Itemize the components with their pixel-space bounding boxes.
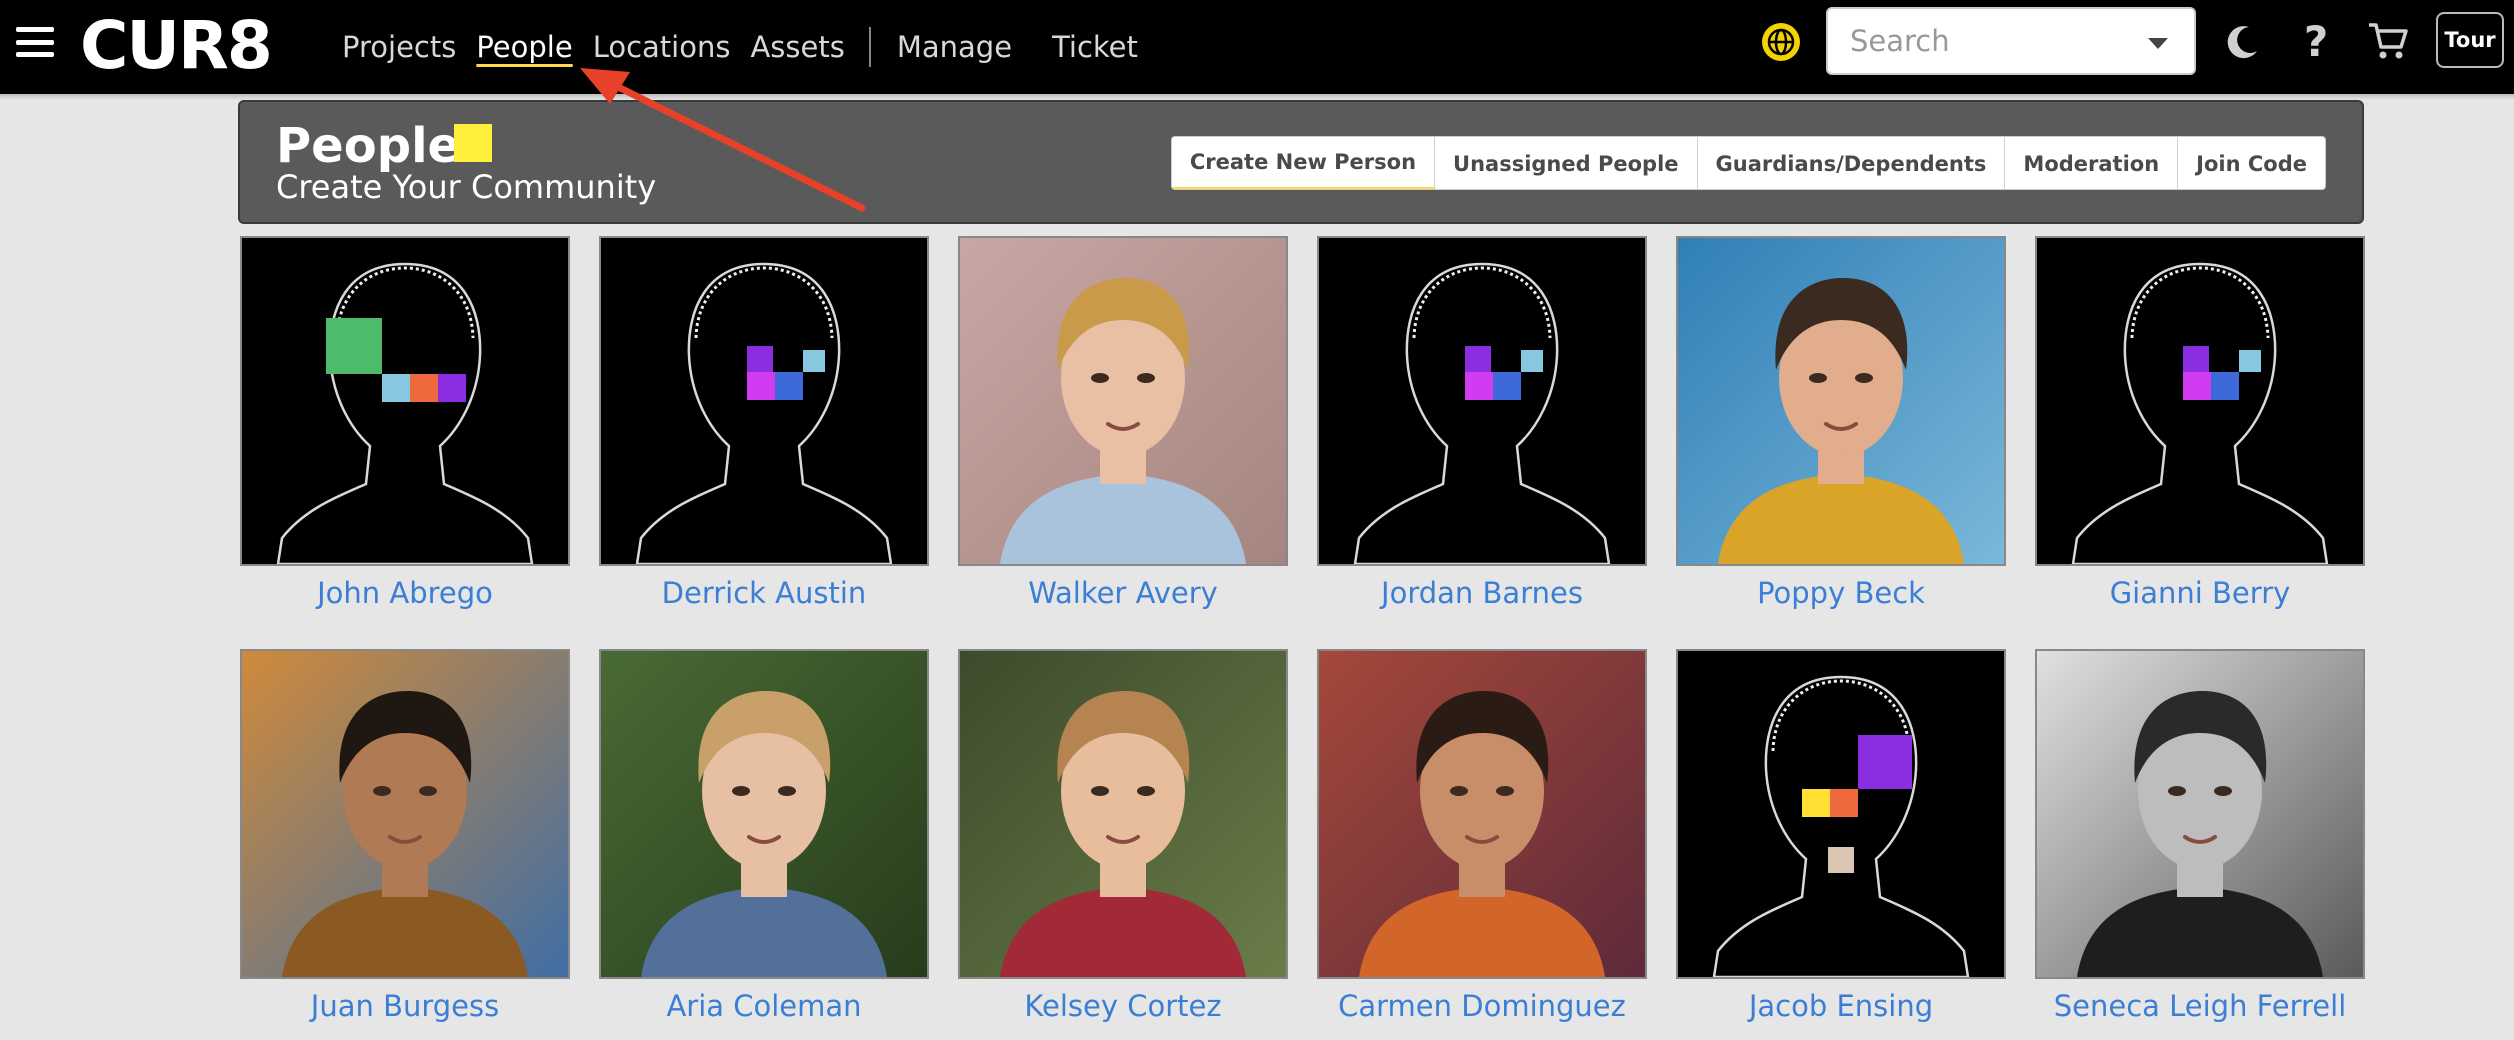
person-photo[interactable] xyxy=(958,649,1288,979)
page-title: People xyxy=(276,118,461,174)
person-photo[interactable] xyxy=(2035,649,2365,979)
person-card[interactable]: Juan Burgess xyxy=(240,649,570,1023)
guardians-dependents-button[interactable]: Guardians/Dependents xyxy=(1697,137,2006,189)
nav-assets[interactable]: Assets xyxy=(750,30,844,64)
cart-icon[interactable] xyxy=(2365,18,2411,64)
page-subtitle: Create Your Community xyxy=(276,168,657,206)
search-input[interactable] xyxy=(1850,24,2130,58)
hamburger-menu-icon[interactable] xyxy=(16,27,54,57)
person-card[interactable]: Aria Coleman xyxy=(599,649,929,1023)
person-card[interactable]: Kelsey Cortez xyxy=(958,649,1288,1023)
person-placeholder-avatar[interactable] xyxy=(2035,236,2365,566)
person-card[interactable]: Poppy Beck xyxy=(1676,236,2006,610)
person-placeholder-avatar[interactable] xyxy=(1676,649,2006,979)
create-new-person-button[interactable]: Create New Person xyxy=(1171,137,1436,189)
person-photo[interactable] xyxy=(958,236,1288,566)
person-name-link[interactable]: John Abrego xyxy=(240,576,570,610)
person-name-link[interactable]: Gianni Berry xyxy=(2035,576,2365,610)
person-name-link[interactable]: Poppy Beck xyxy=(1676,576,2006,610)
person-name-link[interactable]: Kelsey Cortez xyxy=(958,989,1288,1023)
person-name-link[interactable]: Derrick Austin xyxy=(599,576,929,610)
person-card[interactable]: Jacob Ensing xyxy=(1676,649,2006,1023)
join-code-button[interactable]: Join Code xyxy=(2178,137,2325,189)
moderation-button[interactable]: Moderation xyxy=(2005,137,2179,189)
person-name-link[interactable]: Walker Avery xyxy=(958,576,1288,610)
person-name-link[interactable]: Carmen Dominguez xyxy=(1317,989,1647,1023)
tour-button[interactable]: Tour xyxy=(2436,12,2504,68)
person-card[interactable]: Gianni Berry xyxy=(2035,236,2365,610)
person-photo[interactable] xyxy=(1317,649,1647,979)
help-icon[interactable]: ? xyxy=(2293,17,2339,66)
title-accent-square xyxy=(454,124,492,162)
nav-people[interactable]: People xyxy=(476,30,572,64)
top-navigation-bar: CUR8 Projects People Locations Assets Ma… xyxy=(0,0,2514,94)
person-placeholder-avatar[interactable] xyxy=(240,236,570,566)
nav-locations[interactable]: Locations xyxy=(593,30,731,64)
person-card[interactable]: Derrick Austin xyxy=(599,236,929,610)
person-photo[interactable] xyxy=(599,649,929,979)
person-name-link[interactable]: Jordan Barnes xyxy=(1317,576,1647,610)
person-photo[interactable] xyxy=(1676,236,2006,566)
chevron-down-icon[interactable] xyxy=(2148,38,2168,49)
header-action-group: Create New Person Unassigned People Guar… xyxy=(1170,136,2326,190)
person-card[interactable]: John Abrego xyxy=(240,236,570,610)
logo[interactable]: CUR8 xyxy=(80,6,273,86)
moon-icon[interactable] xyxy=(2220,18,2266,64)
person-card[interactable]: Seneca Leigh Ferrell xyxy=(2035,649,2365,1023)
page-header: People Create Your Community Create New … xyxy=(238,100,2364,224)
search-box[interactable] xyxy=(1826,7,2196,75)
person-placeholder-avatar[interactable] xyxy=(599,236,929,566)
person-name-link[interactable]: Seneca Leigh Ferrell xyxy=(2035,989,2365,1023)
nav-divider xyxy=(868,27,871,67)
person-card[interactable]: Carmen Dominguez xyxy=(1317,649,1647,1023)
person-placeholder-avatar[interactable] xyxy=(1317,236,1647,566)
main-nav: Projects People Locations Assets Manage … xyxy=(342,0,1158,94)
person-name-link[interactable]: Aria Coleman xyxy=(599,989,929,1023)
nav-ticket[interactable]: Ticket xyxy=(1052,30,1138,64)
nav-projects[interactable]: Projects xyxy=(342,30,456,64)
person-name-link[interactable]: Jacob Ensing xyxy=(1676,989,2006,1023)
person-name-link[interactable]: Juan Burgess xyxy=(240,989,570,1023)
unassigned-people-button[interactable]: Unassigned People xyxy=(1435,137,1698,189)
globe-icon[interactable] xyxy=(1762,23,1800,61)
nav-manage[interactable]: Manage xyxy=(897,30,1012,64)
person-card[interactable]: Jordan Barnes xyxy=(1317,236,1647,610)
person-photo[interactable] xyxy=(240,649,570,979)
person-card[interactable]: Walker Avery xyxy=(958,236,1288,610)
